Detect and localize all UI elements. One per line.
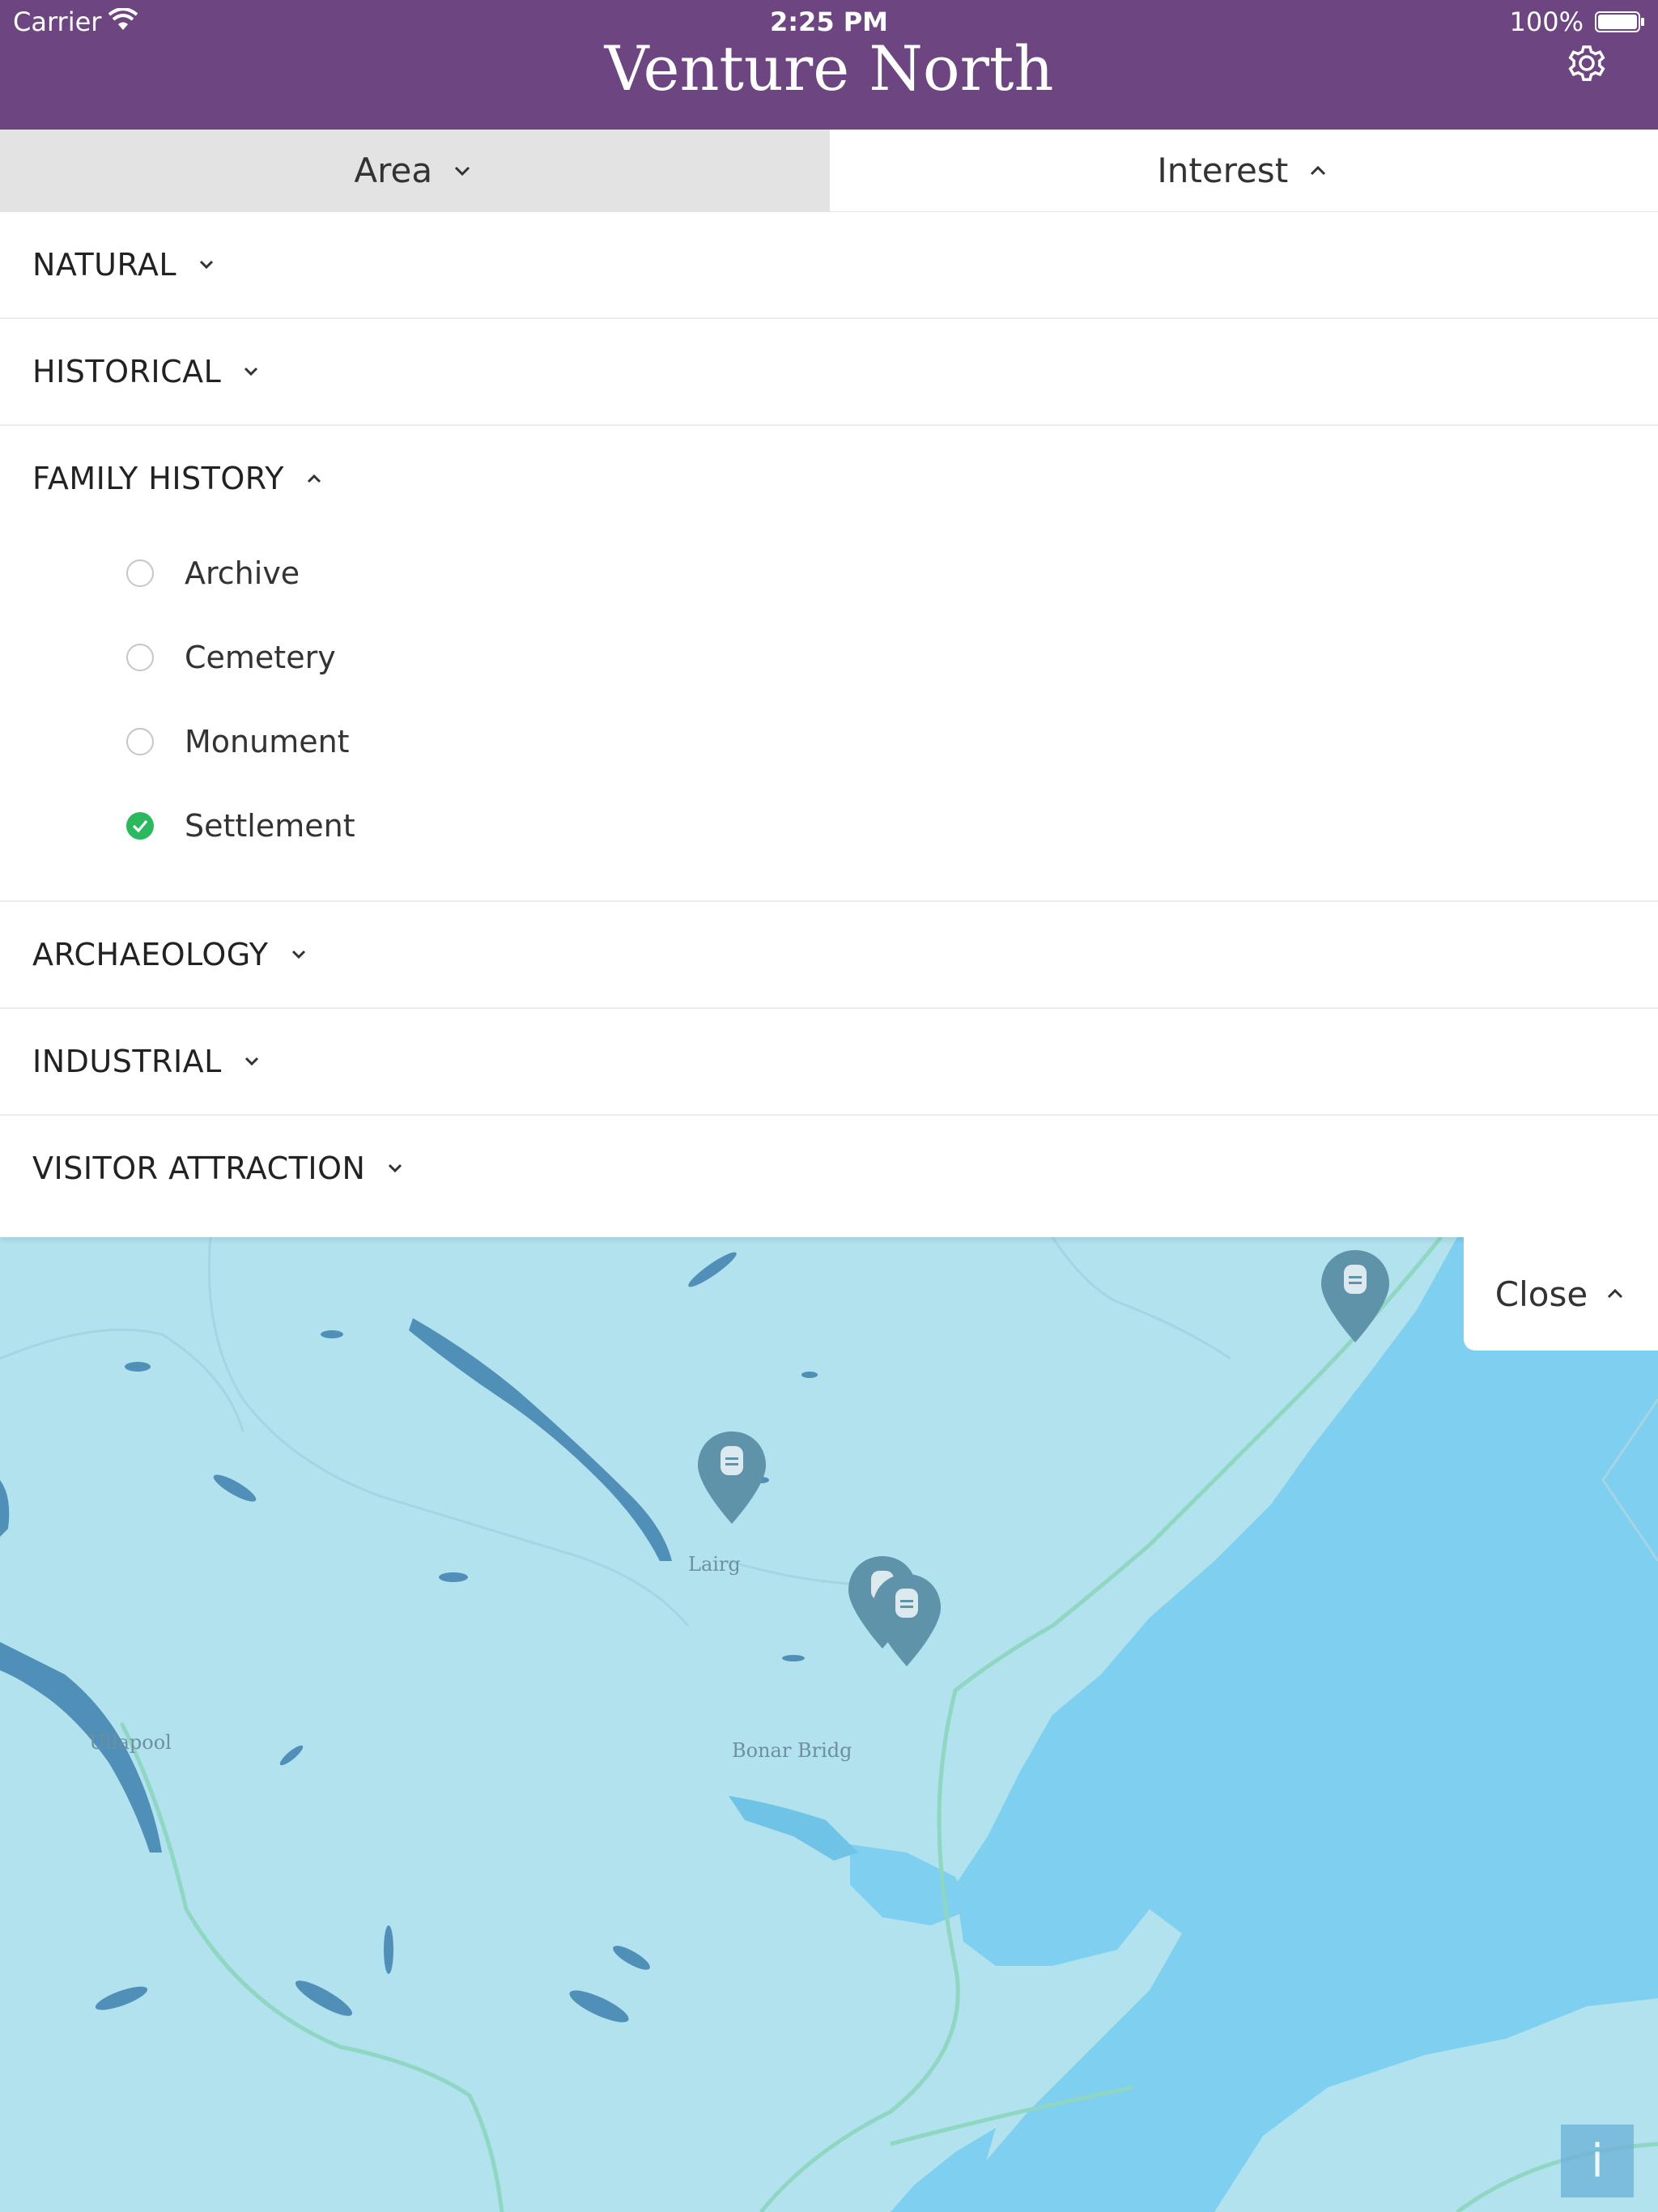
category-industrial: INDUSTRIAL: [0, 1009, 1658, 1116]
map-view[interactable]: Lairg Ullapool Bonar Bridg i: [0, 1237, 1658, 2212]
chevron-up-icon: [1608, 1288, 1623, 1299]
category-header-industrial[interactable]: INDUSTRIAL: [0, 1009, 1658, 1114]
category-label: NATURAL: [32, 247, 177, 283]
option-label: Settlement: [185, 808, 355, 844]
radio-unchecked-icon: [126, 559, 154, 587]
chevron-up-icon: [1311, 165, 1326, 175]
radio-unchecked-icon: [126, 644, 154, 671]
category-historical: HISTORICAL: [0, 319, 1658, 426]
category-family-history: FAMILY HISTORY Archive Cemetery Monument…: [0, 426, 1658, 902]
info-icon: i: [1591, 2134, 1604, 2188]
app-title: Venture North: [604, 32, 1054, 104]
map-label-lairg: Lairg: [688, 1553, 741, 1576]
tab-interest[interactable]: Interest: [828, 130, 1658, 212]
battery-icon: [1595, 11, 1644, 32]
category-header-archaeology[interactable]: ARCHAEOLOGY: [0, 902, 1658, 1007]
category-archaeology: ARCHAEOLOGY: [0, 902, 1658, 1009]
option-label: Archive: [185, 555, 300, 591]
category-visitor-attraction: VISITOR ATTRACTION: [0, 1116, 1658, 1221]
tab-area[interactable]: Area: [0, 130, 829, 212]
category-label: VISITOR ATTRACTION: [32, 1151, 366, 1186]
settlement-pin-icon[interactable]: [1316, 1247, 1394, 1347]
check-circle-icon: [126, 812, 154, 840]
category-label: ARCHAEOLOGY: [32, 937, 269, 972]
category-header-natural[interactable]: NATURAL: [0, 212, 1658, 317]
radio-unchecked-icon: [126, 728, 154, 755]
option-archive[interactable]: Archive: [0, 531, 1658, 615]
info-button[interactable]: i: [1561, 2125, 1634, 2197]
option-label: Monument: [185, 724, 350, 759]
close-button-label: Close: [1494, 1274, 1588, 1314]
filter-tabs: Area Interest: [0, 130, 1658, 212]
settlement-pin-icon[interactable]: [693, 1428, 771, 1529]
chevron-up-icon: [307, 474, 321, 483]
category-header-historical[interactable]: HISTORICAL: [0, 319, 1658, 424]
category-header-visitor-attraction[interactable]: VISITOR ATTRACTION: [0, 1116, 1658, 1221]
category-header-family-history[interactable]: FAMILY HISTORY: [0, 426, 1658, 531]
option-monument[interactable]: Monument: [0, 700, 1658, 784]
category-label: FAMILY HISTORY: [32, 461, 284, 496]
chevron-down-icon: [389, 1163, 402, 1173]
chevron-down-icon: [291, 950, 305, 959]
map-canvas: [0, 1237, 1658, 2212]
option-label: Cemetery: [185, 640, 336, 675]
tab-interest-label: Interest: [1157, 151, 1289, 190]
map-label-bonar-bridge: Bonar Bridg: [732, 1739, 852, 1762]
chevron-down-icon: [244, 1057, 258, 1066]
map-label-ullapool: Ullapool: [89, 1731, 172, 1754]
settlement-pin-icon[interactable]: [868, 1571, 946, 1671]
chevron-down-icon: [455, 166, 470, 176]
category-natural: NATURAL: [0, 212, 1658, 319]
tab-area-label: Area: [354, 151, 433, 190]
gear-icon[interactable]: [1564, 40, 1609, 86]
chevron-down-icon: [199, 260, 214, 270]
category-label: HISTORICAL: [32, 354, 222, 389]
category-label: INDUSTRIAL: [32, 1044, 222, 1079]
interest-panel: NATURAL HISTORICAL FAMILY HISTORY Archiv…: [0, 212, 1658, 1237]
close-button[interactable]: Close: [1464, 1237, 1658, 1351]
family-history-options: Archive Cemetery Monument Settlement: [0, 531, 1658, 900]
option-cemetery[interactable]: Cemetery: [0, 615, 1658, 700]
chevron-down-icon: [244, 367, 258, 376]
option-settlement[interactable]: Settlement: [0, 784, 1658, 868]
app-header: Carrier 2:25 PM 100% Venture North: [0, 0, 1658, 130]
